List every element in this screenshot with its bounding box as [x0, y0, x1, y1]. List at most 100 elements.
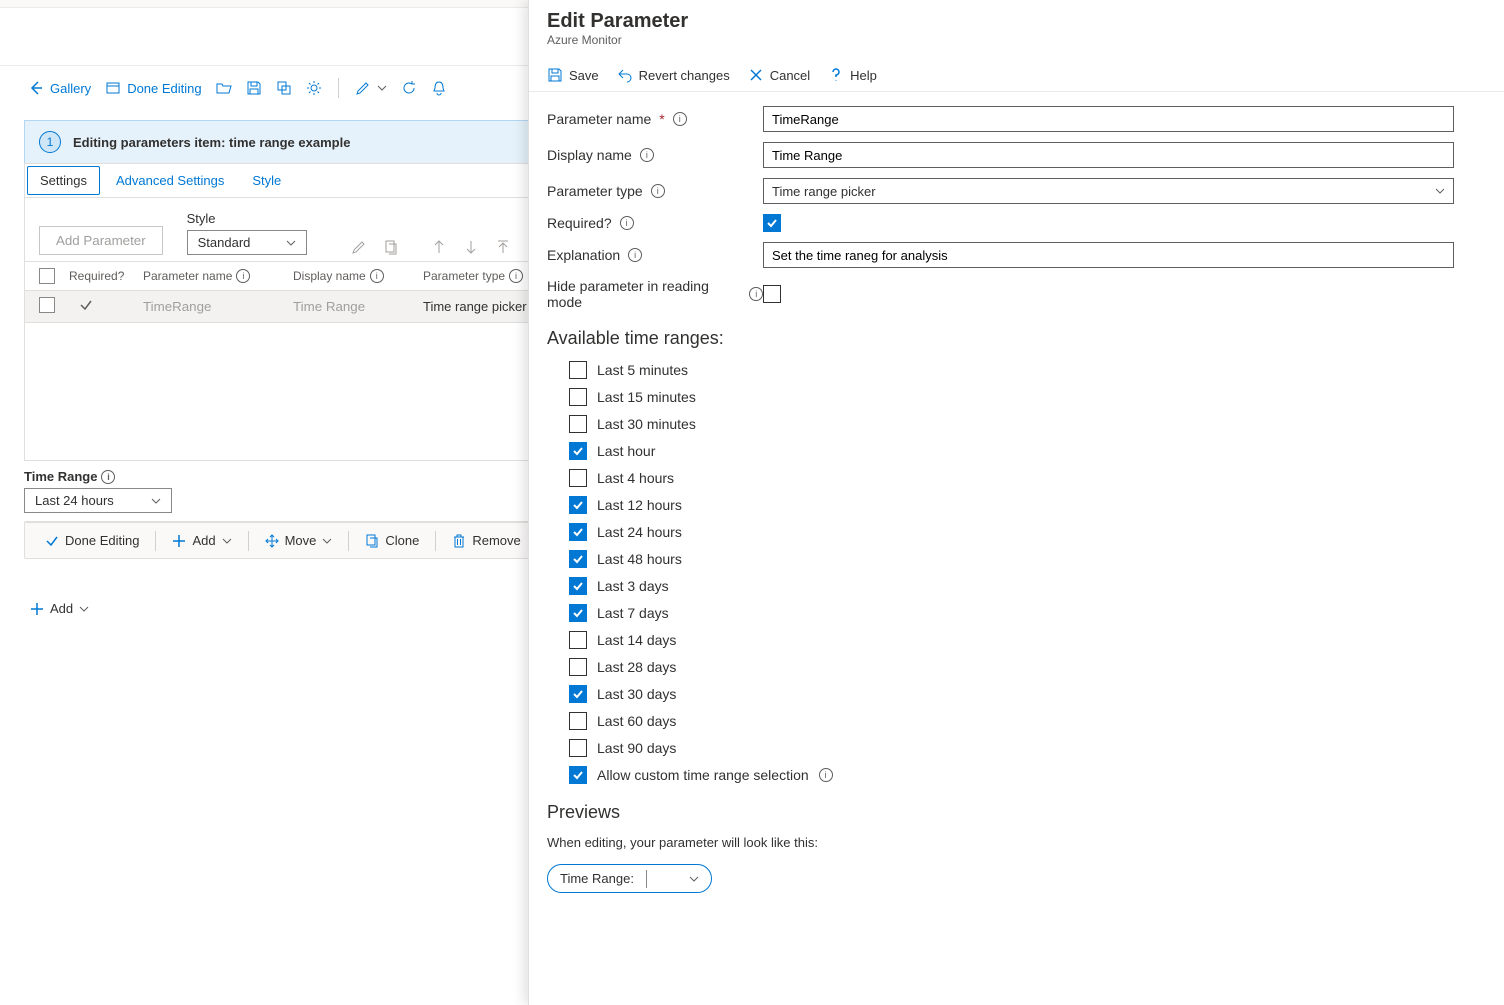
available-ranges-title: Available time ranges: [547, 328, 1454, 349]
row-hide: Hide parameter in reading mode i [547, 278, 1454, 310]
param-name-input[interactable] [763, 106, 1454, 132]
edit-dropdown[interactable] [355, 80, 387, 96]
add-parameter-button[interactable]: Add Parameter [39, 226, 163, 255]
settings-gear-icon[interactable] [306, 80, 322, 96]
divider [348, 531, 349, 551]
move-button[interactable]: Move [255, 529, 343, 552]
range-label: Last 5 minutes [597, 362, 688, 378]
plus-icon [172, 534, 186, 548]
th-display-name: Display name [293, 269, 366, 283]
step-number: 1 [39, 131, 61, 153]
display-name-label: Display name [547, 147, 632, 163]
range-checkbox[interactable] [569, 604, 587, 622]
range-item: Last 3 days [569, 577, 1454, 595]
range-checkbox[interactable] [569, 550, 587, 568]
info-icon[interactable]: i [640, 148, 654, 162]
param-type-select[interactable]: Time range picker [763, 178, 1454, 204]
range-checkbox[interactable] [569, 415, 587, 433]
move-label: Move [285, 533, 317, 548]
back-gallery[interactable]: Gallery [28, 80, 91, 96]
range-checkbox[interactable] [569, 469, 587, 487]
help-icon [828, 67, 844, 83]
info-icon[interactable]: i [101, 470, 115, 484]
cancel-label: Cancel [770, 68, 810, 83]
range-checkbox[interactable] [569, 388, 587, 406]
range-checkbox[interactable] [569, 523, 587, 541]
info-icon[interactable]: i [620, 216, 634, 230]
range-item: Last 48 hours [569, 550, 1454, 568]
info-icon[interactable]: i [370, 269, 384, 283]
range-checkbox[interactable] [569, 658, 587, 676]
save-icon[interactable] [246, 80, 262, 96]
range-checkbox[interactable] [569, 739, 587, 757]
save-icon [547, 67, 563, 83]
row-checkbox[interactable] [39, 297, 55, 313]
done-editing-button[interactable]: Done Editing [35, 529, 149, 552]
hide-checkbox[interactable] [763, 285, 781, 303]
display-name-input[interactable] [763, 142, 1454, 168]
tab-settings[interactable]: Settings [27, 166, 100, 195]
done-editing-label: Done Editing [65, 533, 139, 548]
add-button[interactable]: Add [162, 529, 241, 552]
range-label: Last 30 minutes [597, 416, 696, 432]
open-folder-icon[interactable] [216, 80, 232, 96]
range-item: Last 14 days [569, 631, 1454, 649]
help-button[interactable]: Help [828, 67, 877, 83]
range-item: Last 24 hours [569, 523, 1454, 541]
tab-advanced-settings[interactable]: Advanced Settings [102, 165, 238, 196]
row-param-name[interactable] [143, 299, 293, 314]
preview-dropdown[interactable] [646, 870, 711, 888]
tab-style[interactable]: Style [238, 165, 295, 196]
chevron-down-icon [151, 496, 161, 506]
refresh-icon[interactable] [401, 80, 417, 96]
done-editing-top-label: Done Editing [127, 81, 201, 96]
range-checkbox[interactable] [569, 766, 587, 784]
info-icon[interactable]: i [509, 269, 523, 283]
info-icon[interactable]: i [628, 248, 642, 262]
info-icon[interactable]: i [236, 269, 250, 283]
select-all-checkbox[interactable] [39, 268, 55, 284]
range-checkbox[interactable] [569, 361, 587, 379]
explanation-label: Explanation [547, 247, 620, 263]
range-checkbox[interactable] [569, 685, 587, 703]
explanation-input[interactable] [763, 242, 1454, 268]
cancel-button[interactable]: Cancel [748, 67, 810, 83]
info-icon[interactable]: i [673, 112, 687, 126]
revert-button[interactable]: Revert changes [617, 67, 730, 83]
add-label: Add [192, 533, 215, 548]
done-editing-top[interactable]: Done Editing [105, 80, 201, 96]
edit-parameter-panel: Edit Parameter Azure Monitor Save Revert… [528, 0, 1504, 1005]
time-range-label: Time Range [24, 469, 97, 484]
alert-bell-icon[interactable] [431, 80, 447, 96]
row-display-name[interactable] [293, 299, 423, 314]
range-checkbox[interactable] [569, 631, 587, 649]
panel-subtitle: Azure Monitor [547, 33, 1486, 47]
range-label: Last 14 days [597, 632, 676, 648]
info-icon[interactable]: i [651, 184, 665, 198]
clone-button[interactable]: Clone [355, 529, 429, 552]
save-button[interactable]: Save [547, 67, 599, 83]
time-range-value: Last 24 hours [35, 493, 114, 508]
add-bottom-button[interactable]: Add [20, 597, 99, 620]
required-checkbox[interactable] [763, 214, 781, 232]
th-param-type: Parameter type [423, 269, 505, 283]
panel-title: Edit Parameter [547, 10, 1486, 33]
editing-banner-text: Editing parameters item: time range exam… [73, 135, 350, 150]
info-icon[interactable]: i [749, 287, 763, 301]
add-bottom-label: Add [50, 601, 73, 616]
range-label: Last 7 days [597, 605, 669, 621]
info-icon[interactable]: i [819, 768, 833, 782]
copy-icon[interactable] [276, 80, 292, 96]
required-label: Required? [547, 215, 612, 231]
preview-label: Time Range: [548, 865, 646, 892]
remove-button[interactable]: Remove [442, 529, 530, 552]
time-range-select[interactable]: Last 24 hours [24, 488, 172, 513]
style-select-value: Standard [198, 235, 251, 250]
style-select[interactable]: Standard [187, 230, 307, 255]
range-item: Last 5 minutes [569, 361, 1454, 379]
range-checkbox[interactable] [569, 496, 587, 514]
range-checkbox[interactable] [569, 712, 587, 730]
hide-label: Hide parameter in reading mode [547, 278, 741, 310]
range-checkbox[interactable] [569, 442, 587, 460]
range-checkbox[interactable] [569, 577, 587, 595]
